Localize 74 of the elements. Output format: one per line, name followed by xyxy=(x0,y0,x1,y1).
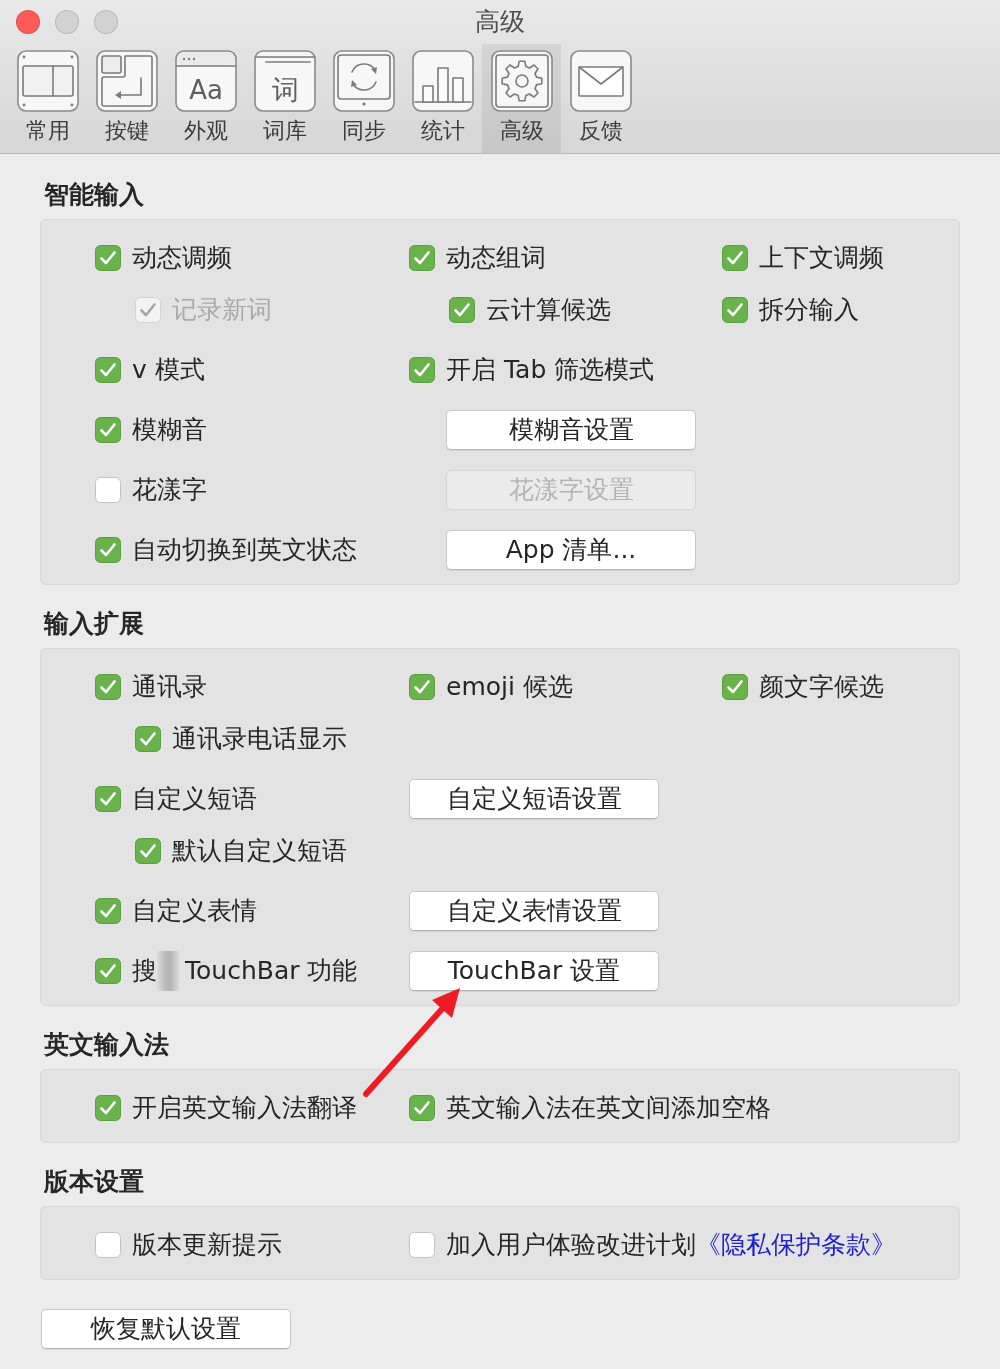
bar-chart-icon xyxy=(411,50,474,112)
checkbox[interactable] xyxy=(722,297,748,323)
checkbox[interactable] xyxy=(95,786,121,812)
toolbar-tab[interactable]: Aa 外观 xyxy=(166,44,245,153)
toolbar-tab[interactable]: 同步 xyxy=(324,44,403,153)
checkbox[interactable] xyxy=(95,417,121,443)
option-button[interactable]: TouchBar 设置 xyxy=(409,951,659,991)
checkbox[interactable] xyxy=(95,1232,121,1258)
checkbox-label[interactable]: 模糊音 xyxy=(132,414,207,446)
option-button[interactable]: 自定义表情设置 xyxy=(409,891,659,931)
toolbar-tab[interactable]: 统计 xyxy=(403,44,482,153)
envelope-icon xyxy=(569,50,632,112)
checkbox[interactable] xyxy=(409,1095,435,1121)
checkbox[interactable] xyxy=(135,838,161,864)
privacy-terms-link[interactable]: 《隐私保护条款》 xyxy=(696,1230,896,1259)
section-title: 版本设置 xyxy=(42,1167,145,1197)
checkbox-label[interactable]: 自动切换到英文状态 xyxy=(132,534,357,566)
close-button[interactable] xyxy=(16,10,40,34)
checkbox-label[interactable]: 云计算候选 xyxy=(486,294,611,326)
checkbox[interactable] xyxy=(95,898,121,924)
sync-icon xyxy=(332,50,395,112)
checkbox-label[interactable]: 拆分输入 xyxy=(759,294,859,326)
checkbox-label[interactable]: 搜 xyxy=(132,955,157,987)
checkbox-label[interactable]: 开启英文输入法翻译 xyxy=(132,1092,357,1124)
option-button[interactable]: App 清单... xyxy=(446,530,696,570)
checkbox-label[interactable]: 默认自定义短语 xyxy=(172,835,347,867)
toolbar-tab[interactable]: 常用 xyxy=(8,44,87,153)
toolbar-tab[interactable]: 高级 xyxy=(482,44,561,153)
checkbox[interactable] xyxy=(409,1232,435,1258)
section-title: 智能输入 xyxy=(43,180,145,210)
checkbox[interactable] xyxy=(449,297,475,323)
option-button[interactable]: 模糊音设置 xyxy=(446,410,696,450)
checkbox[interactable] xyxy=(135,726,161,752)
settings-icon xyxy=(490,50,553,112)
checkbox[interactable] xyxy=(722,674,748,700)
checkbox-label[interactable]: 颜文字候选 xyxy=(759,671,884,703)
toolbar-tab[interactable]: 词 词库 xyxy=(245,44,324,153)
option-button[interactable]: 自定义短语设置 xyxy=(409,779,659,819)
dictionary-icon: 词 xyxy=(253,50,316,112)
checkbox-label[interactable]: 英文输入法在英文间添加空格 xyxy=(446,1092,771,1124)
window-title: 高级 xyxy=(475,6,525,38)
font-window-icon: Aa xyxy=(174,50,237,112)
checkbox-label[interactable]: 通讯录 xyxy=(132,671,207,703)
checkbox[interactable] xyxy=(95,245,121,271)
toolbar-tab[interactable]: 按键 xyxy=(87,44,166,153)
checkbox-label[interactable]: emoji 候选 xyxy=(446,671,573,703)
checkbox-label[interactable]: 动态调频 xyxy=(132,242,232,274)
section-title: 英文输入法 xyxy=(43,1030,170,1060)
checkbox[interactable] xyxy=(409,245,435,271)
checkbox[interactable] xyxy=(409,357,435,383)
checkbox-label[interactable]: 通讯录电话显示 xyxy=(172,723,347,755)
checkbox[interactable] xyxy=(95,1095,121,1121)
checkbox[interactable] xyxy=(722,245,748,271)
checkbox-label[interactable]: 自定义短语 xyxy=(132,783,257,815)
checkbox-label[interactable]: 加入用户体验改进计划《隐私保护条款》 xyxy=(446,1229,896,1261)
checkbox[interactable] xyxy=(95,357,121,383)
checkbox-label[interactable]: 动态组词 xyxy=(446,242,546,274)
checkbox[interactable] xyxy=(95,674,121,700)
checkbox[interactable] xyxy=(95,537,121,563)
checkbox-label[interactable]: 上下文调频 xyxy=(759,242,884,274)
checkbox-label[interactable]: 版本更新提示 xyxy=(132,1229,282,1261)
checkbox[interactable] xyxy=(95,477,121,503)
checkbox[interactable] xyxy=(409,674,435,700)
checkbox-label[interactable]: 自定义表情 xyxy=(132,895,257,927)
return-key-icon xyxy=(95,50,158,112)
checkbox-label[interactable]: v 模式 xyxy=(132,354,205,386)
checkbox-label[interactable]: TouchBar 功能 xyxy=(185,955,358,987)
panels-icon xyxy=(16,50,79,112)
section-title: 输入扩展 xyxy=(42,609,145,639)
checkbox[interactable] xyxy=(95,958,121,984)
checkbox-label[interactable]: 开启 Tab 筛选模式 xyxy=(446,354,655,386)
checkbox-label[interactable]: 花漾字 xyxy=(132,474,207,506)
toolbar-tab[interactable]: 反馈 xyxy=(561,44,640,153)
restore-defaults-button[interactable]: 恢复默认设置 xyxy=(41,1309,291,1349)
